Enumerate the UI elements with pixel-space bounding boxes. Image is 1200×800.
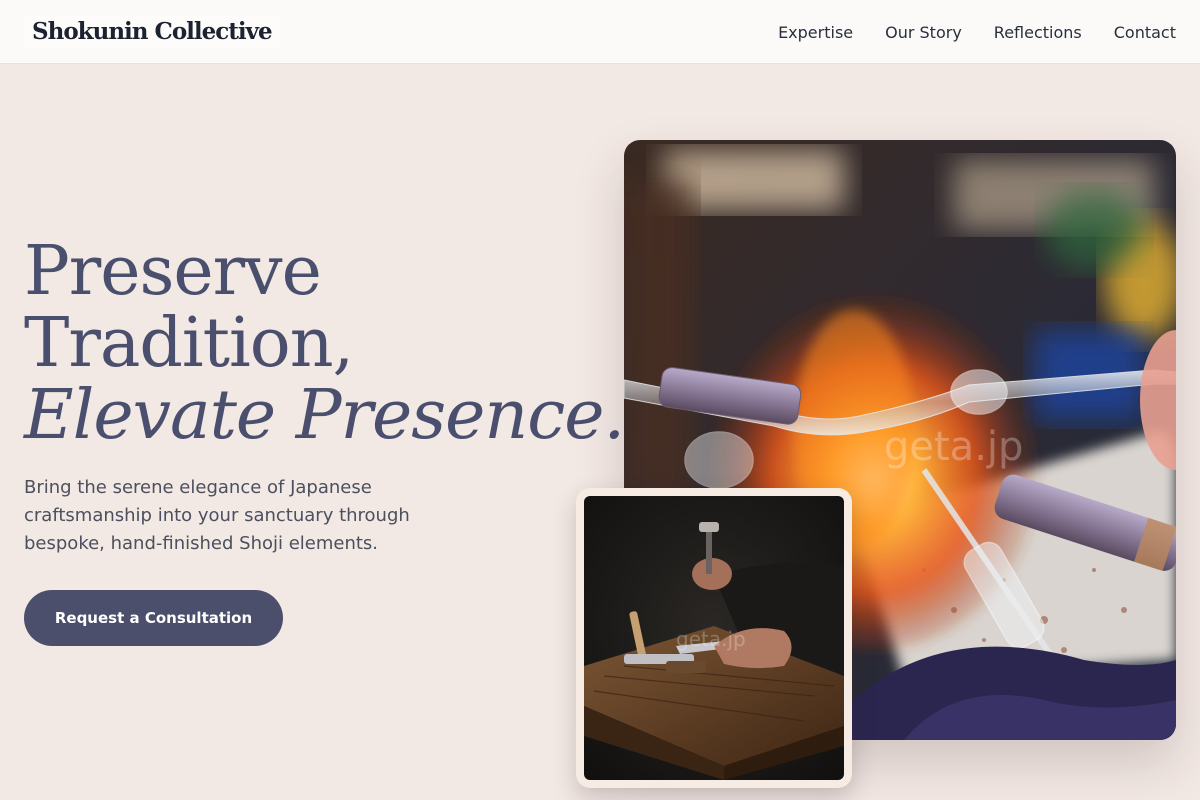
- hero-title-line-2: Tradition,: [24, 304, 354, 383]
- main-nav: Expertise Our Story Reflections Contact: [778, 0, 1176, 64]
- hero-title-line-3: Elevate Presence.: [24, 376, 625, 455]
- small-photo-watermark: geta.jp: [676, 627, 746, 651]
- nav-link-expertise[interactable]: Expertise: [778, 23, 853, 42]
- hero-title: Preserve Tradition, Elevate Presence.: [24, 232, 625, 455]
- main-photo-watermark: geta.jp: [884, 424, 1023, 470]
- hero-title-line-1: Preserve: [24, 232, 322, 311]
- nav-link-our-story[interactable]: Our Story: [885, 23, 962, 42]
- woodworking-photo: geta.jp: [584, 496, 844, 780]
- woodworking-photo-frame: geta.jp: [576, 488, 852, 788]
- request-consultation-button[interactable]: Request a Consultation: [24, 590, 283, 646]
- nav-link-reflections[interactable]: Reflections: [994, 23, 1082, 42]
- hero-subtitle: Bring the serene elegance of Japanese cr…: [24, 477, 410, 554]
- brand-logo[interactable]: Shokunin Collective: [24, 16, 280, 48]
- nav-link-contact[interactable]: Contact: [1114, 23, 1176, 42]
- site-header: Shokunin Collective Expertise Our Story …: [0, 0, 1200, 64]
